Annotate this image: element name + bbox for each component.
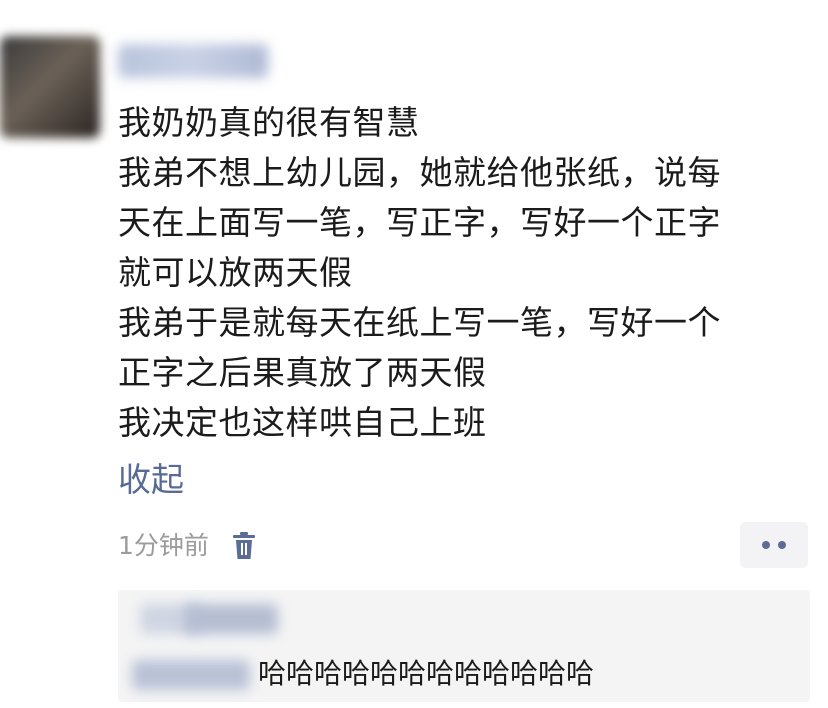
avatar[interactable] bbox=[0, 36, 100, 138]
post-line: 就可以放两天假 bbox=[118, 253, 353, 292]
post-line: 我弟不想上幼儿园，她就给他张纸，说每 bbox=[118, 153, 721, 192]
commenter-name[interactable] bbox=[184, 604, 278, 634]
post-meta: 1分钟前 bbox=[118, 526, 257, 566]
post-content: 我奶奶真的很有智慧 我弟不想上幼儿园，她就给他张纸，说每 天在上面写一笔，写正字… bbox=[118, 98, 808, 448]
post-line: 我决定也这样哄自己上班 bbox=[118, 403, 487, 442]
comment-row[interactable]: 哈哈哈哈哈哈哈哈哈哈哈哈 bbox=[118, 646, 810, 702]
post-line: 天在上面写一笔，写正字，写好一个正字 bbox=[118, 203, 721, 242]
more-button[interactable] bbox=[740, 522, 808, 568]
post-line: 我弟于是就每天在纸上写一笔，写好一个 bbox=[118, 303, 721, 342]
timestamp: 1分钟前 bbox=[118, 531, 209, 560]
post-line: 正字之后果真放了两天假 bbox=[118, 353, 487, 392]
trash-icon[interactable] bbox=[231, 531, 257, 561]
moments-post: 我奶奶真的很有智慧 我弟不想上幼儿园，她就给他张纸，说每 天在上面写一笔，写正字… bbox=[0, 0, 828, 708]
more-dots-icon bbox=[762, 541, 770, 549]
post-line: 我奶奶真的很有智慧 bbox=[118, 103, 420, 142]
commenter-name[interactable] bbox=[132, 660, 250, 690]
comment-text: 哈哈哈哈哈哈哈哈哈哈哈哈 bbox=[258, 657, 595, 690]
comment-section: 哈哈哈哈哈哈哈哈哈哈哈哈 bbox=[118, 590, 810, 702]
more-dots-icon bbox=[778, 541, 786, 549]
comment-row[interactable] bbox=[118, 590, 810, 646]
author-name[interactable] bbox=[118, 44, 268, 78]
collapse-link[interactable]: 收起 bbox=[118, 458, 184, 502]
